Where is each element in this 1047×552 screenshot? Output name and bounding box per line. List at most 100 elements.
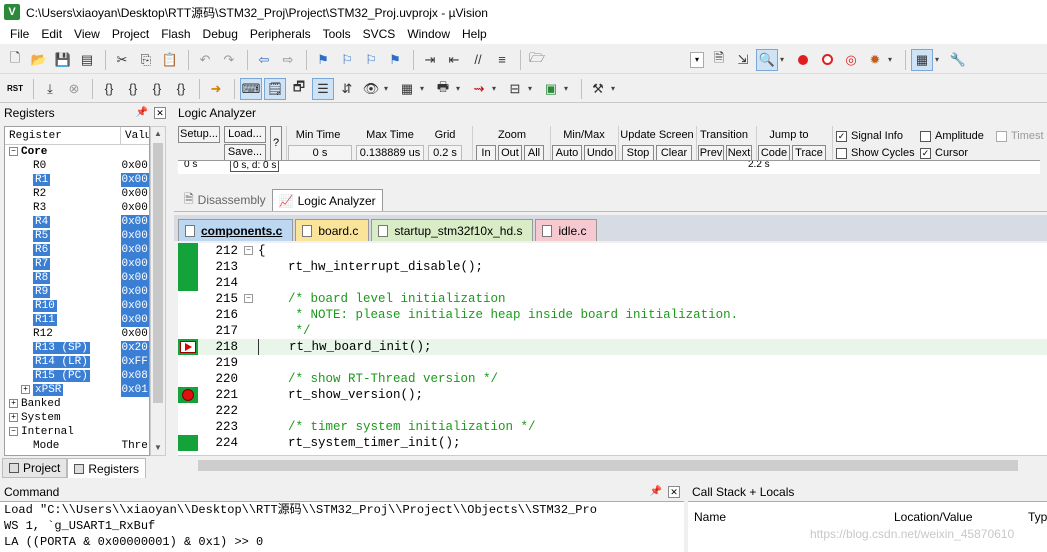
code-line[interactable]: 213 rt_hw_interrupt_disable(); <box>178 259 1047 275</box>
analysis-window-icon[interactable]: ⇝ <box>468 78 490 100</box>
code-editor[interactable]: 212−{213 rt_hw_interrupt_disable(); 214 21… <box>178 243 1047 455</box>
incremental-find-icon[interactable]: ⇲ <box>732 49 754 71</box>
close-icon[interactable]: ✕ <box>668 486 680 498</box>
step-into-icon[interactable]: {} <box>98 78 120 100</box>
menu-debug[interactable]: Debug <box>197 27 244 41</box>
debug-session-icon[interactable]: 🔍 <box>756 48 778 71</box>
help-button[interactable]: ? <box>270 126 282 161</box>
breakpoint-icon[interactable] <box>182 389 194 401</box>
register-value[interactable]: 0xFF <box>121 355 149 369</box>
register-row[interactable]: + xPSR 0x01 <box>5 383 149 397</box>
register-row[interactable]: − Core <box>5 145 149 159</box>
register-value[interactable]: 0x00 <box>121 229 149 243</box>
tab-board-c[interactable]: board.c <box>295 219 370 241</box>
watch-window-dropdown[interactable]: ▾ <box>384 84 392 93</box>
find-in-files-icon[interactable]: 🗁 <box>526 49 548 71</box>
paste-icon[interactable]: 📋 <box>159 49 181 71</box>
value-column-header[interactable]: Valu <box>121 127 149 144</box>
register-row[interactable]: R1 0x00 <box>5 173 149 187</box>
step-out-icon[interactable]: {} <box>146 78 168 100</box>
code-line[interactable]: 215− /* board level initialization <box>178 291 1047 307</box>
register-value[interactable]: 0x00 <box>121 271 149 285</box>
show-cycles-checkbox[interactable]: Show Cycles <box>836 147 915 159</box>
trace-window-icon[interactable]: ⊟ <box>504 78 526 100</box>
menu-edit[interactable]: Edit <box>35 27 68 41</box>
scroll-down-icon[interactable]: ▼ <box>151 441 165 455</box>
register-value[interactable]: 0x00 <box>121 201 149 215</box>
menu-help[interactable]: Help <box>456 27 493 41</box>
register-value[interactable]: 0x08 <box>121 369 149 383</box>
register-row[interactable]: R14 (LR) 0xFF <box>5 355 149 369</box>
symbols-window-icon[interactable]: 🗗 <box>288 78 310 100</box>
code-line[interactable]: 212−{ <box>178 243 1047 259</box>
register-value[interactable] <box>121 397 149 411</box>
amplitude-checkbox[interactable]: Amplitude <box>920 130 984 142</box>
register-value[interactable]: 0x00 <box>121 285 149 299</box>
scroll-up-icon[interactable]: ▲ <box>151 127 165 141</box>
coverage-gutter[interactable] <box>178 339 198 355</box>
coverage-gutter[interactable] <box>178 323 198 339</box>
tab-project[interactable]: Project <box>2 458 68 478</box>
register-column-header[interactable]: Register <box>5 127 121 144</box>
coverage-gutter[interactable] <box>178 259 198 275</box>
memory-window-icon[interactable]: ▦ <box>396 78 418 100</box>
register-row[interactable]: R3 0x00 <box>5 201 149 215</box>
register-row[interactable]: + Banked <box>5 397 149 411</box>
system-viewer-icon[interactable]: ▣ <box>540 78 562 100</box>
show-next-statement-icon[interactable]: ➜ <box>205 78 227 100</box>
uncomment-icon[interactable]: ≡ <box>491 49 513 71</box>
disassembly-window-icon[interactable]: 🗒 <box>264 77 286 100</box>
coverage-gutter[interactable] <box>178 307 198 323</box>
serial-window-icon[interactable]: 🖶 <box>432 78 454 100</box>
register-row[interactable]: R11 0x00 <box>5 313 149 327</box>
register-row[interactable]: − Internal <box>5 425 149 439</box>
register-value[interactable]: 0x00 <box>121 173 149 187</box>
register-row[interactable]: R2 0x00 <box>5 187 149 201</box>
register-row[interactable]: Mode Thre <box>5 439 149 453</box>
register-row[interactable]: R15 (PC) 0x08 <box>5 369 149 383</box>
code-line[interactable]: 219 <box>178 355 1047 371</box>
register-row[interactable]: R5 0x00 <box>5 229 149 243</box>
watch-window-icon[interactable]: 👁 <box>360 78 382 100</box>
coverage-gutter[interactable] <box>178 403 198 419</box>
nav-back-icon[interactable]: ⇦ <box>253 49 275 71</box>
coverage-gutter[interactable] <box>178 355 198 371</box>
cut-icon[interactable]: ✂ <box>111 49 133 71</box>
copy-icon[interactable]: ⎘ <box>135 49 157 71</box>
find-icon[interactable]: 🗎 <box>708 49 730 71</box>
register-row[interactable]: R9 0x00 <box>5 285 149 299</box>
menu-peripherals[interactable]: Peripherals <box>244 27 317 41</box>
enable-breakpoint-icon[interactable] <box>816 49 838 71</box>
coverage-gutter[interactable] <box>178 243 198 259</box>
coverage-gutter[interactable] <box>178 371 198 387</box>
prev-bookmark-icon[interactable]: ⚐ <box>336 49 358 71</box>
expand-icon[interactable]: + <box>9 412 18 422</box>
run-icon[interactable]: ⤓ <box>39 78 61 100</box>
close-icon[interactable]: ✕ <box>154 107 166 119</box>
register-row[interactable]: R6 0x00 <box>5 243 149 257</box>
comment-icon[interactable]: // <box>467 49 489 71</box>
code-line[interactable]: 218 rt_hw_board_init(); <box>178 339 1047 355</box>
tab-idle-c[interactable]: idle.c <box>535 219 598 241</box>
fold-toggle-icon[interactable]: − <box>244 294 253 303</box>
memory-window-dropdown[interactable]: ▾ <box>420 84 428 93</box>
insert-breakpoint-icon[interactable] <box>792 49 814 71</box>
menu-window[interactable]: Window <box>401 27 456 41</box>
register-value[interactable]: 0x01 <box>121 383 149 397</box>
coverage-gutter[interactable] <box>178 291 198 307</box>
menu-view[interactable]: View <box>68 27 106 41</box>
menu-project[interactable]: Project <box>106 27 155 41</box>
register-value[interactable]: 0x00 <box>121 159 149 173</box>
menu-flash[interactable]: Flash <box>155 27 196 41</box>
tab-startup-s[interactable]: startup_stm32f10x_hd.s <box>371 219 534 241</box>
coverage-gutter[interactable] <box>178 387 198 403</box>
code-line[interactable]: 216 * NOTE: please initialize heap insid… <box>178 307 1047 323</box>
register-row[interactable]: R13 (SP) 0x20 <box>5 341 149 355</box>
fold-toggle-icon[interactable]: − <box>244 246 253 255</box>
serial-window-dropdown[interactable]: ▾ <box>456 84 464 93</box>
pin-icon[interactable]: 📌 <box>136 107 148 119</box>
tab-registers[interactable]: Registers <box>67 458 147 478</box>
menu-tools[interactable]: Tools <box>317 27 357 41</box>
new-file-icon[interactable]: 🗋 <box>4 49 26 71</box>
register-row[interactable]: R4 0x00 <box>5 215 149 229</box>
